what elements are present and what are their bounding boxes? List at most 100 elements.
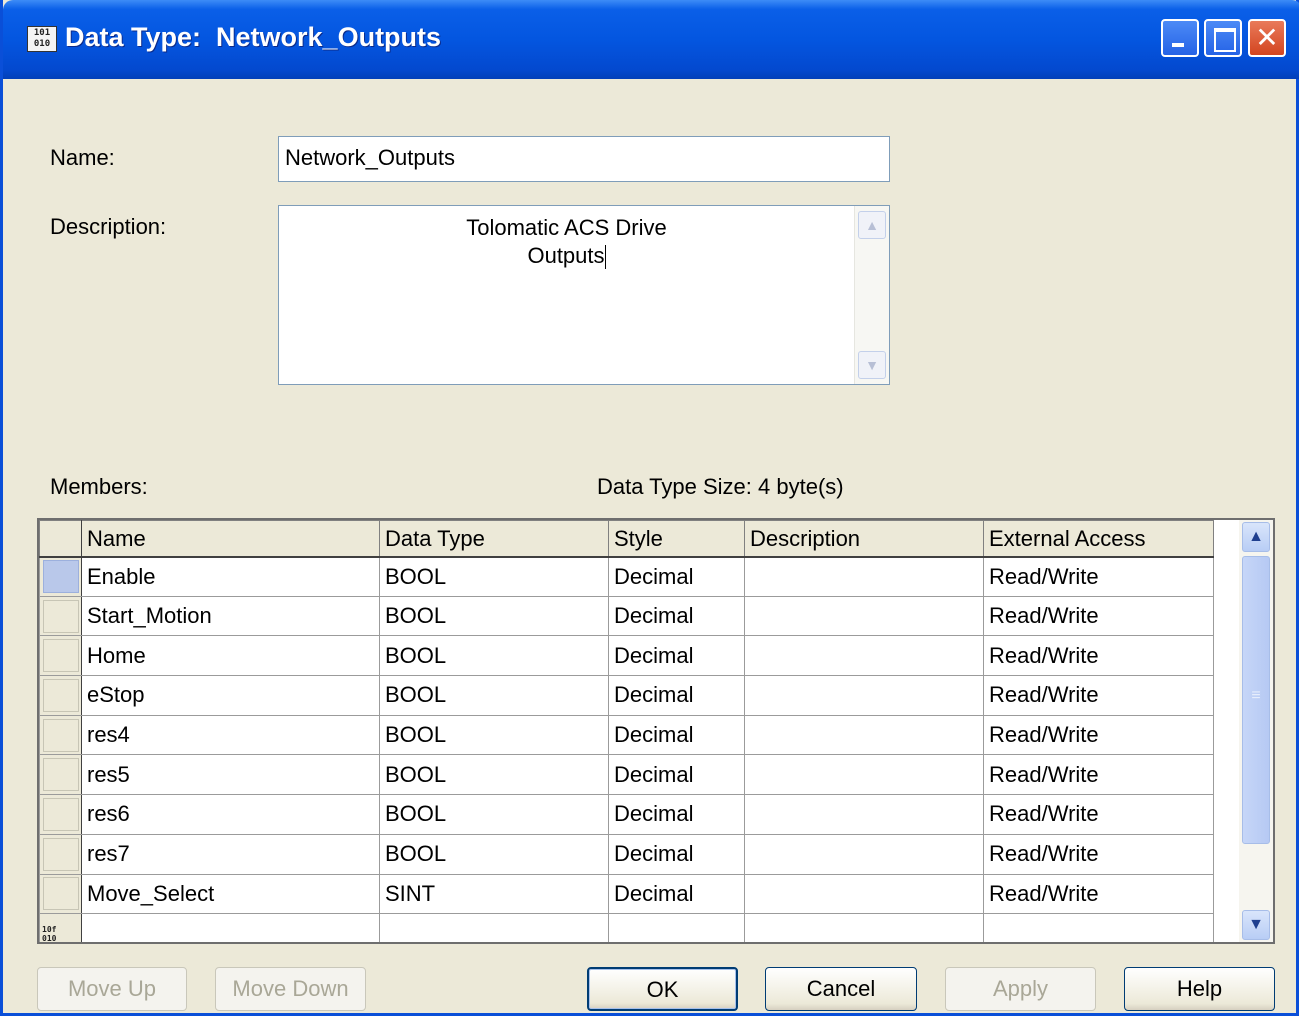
- table-row[interactable]: Move_Select SINT Decimal Read/Write: [39, 873, 1214, 915]
- close-button[interactable]: ✕: [1248, 19, 1286, 57]
- row-selector[interactable]: [39, 833, 82, 875]
- member-access-cell[interactable]: Read/Write: [983, 873, 1214, 915]
- member-description-cell[interactable]: [744, 833, 984, 875]
- row-selector[interactable]: [39, 675, 82, 716]
- member-description-cell[interactable]: [744, 754, 984, 796]
- member-access-cell[interactable]: Read/Write: [983, 714, 1214, 756]
- member-name-cell[interactable]: Home: [81, 635, 380, 677]
- member-data-type-cell[interactable]: SINT: [379, 873, 609, 915]
- new-member-name-cell[interactable]: [81, 913, 380, 942]
- move-down-button[interactable]: Move Down: [215, 967, 366, 1011]
- member-data-type-cell[interactable]: BOOL: [379, 595, 609, 637]
- close-icon: ✕: [1255, 22, 1279, 53]
- member-data-type-cell[interactable]: BOOL: [379, 794, 609, 835]
- member-data-type-cell[interactable]: BOOL: [379, 635, 609, 677]
- member-style-cell[interactable]: Decimal: [608, 754, 745, 796]
- column-header-style[interactable]: Style: [608, 520, 745, 558]
- member-style-cell[interactable]: Decimal: [608, 794, 745, 835]
- new-member-row[interactable]: 10f 010: [39, 913, 1214, 942]
- apply-button[interactable]: Apply: [945, 967, 1096, 1011]
- help-button[interactable]: Help: [1124, 967, 1275, 1011]
- table-row[interactable]: Home BOOL Decimal Read/Write: [39, 635, 1214, 677]
- table-row[interactable]: eStop BOOL Decimal Read/Write: [39, 675, 1214, 716]
- member-name-cell[interactable]: res5: [81, 754, 380, 796]
- member-description-cell[interactable]: [744, 873, 984, 915]
- table-header-row: Name Data Type Style Description Externa…: [39, 520, 1214, 558]
- member-description-cell[interactable]: [744, 635, 984, 677]
- member-access-cell[interactable]: Read/Write: [983, 556, 1214, 597]
- move-up-button[interactable]: Move Up: [37, 967, 187, 1011]
- column-header-data-type[interactable]: Data Type: [379, 520, 609, 558]
- members-scrollbar[interactable]: ▲ ▼: [1239, 520, 1273, 942]
- column-header-description[interactable]: Description: [744, 520, 984, 558]
- name-input[interactable]: Network_Outputs: [278, 136, 890, 182]
- member-name-cell[interactable]: res7: [81, 833, 380, 875]
- new-member-data-type-cell[interactable]: [379, 913, 609, 942]
- member-name-cell[interactable]: res4: [81, 714, 380, 756]
- description-textarea[interactable]: Tolomatic ACS Drive Outputs ▲ ▼: [278, 205, 890, 385]
- new-member-style-cell[interactable]: [608, 913, 745, 942]
- column-header-external-access[interactable]: External Access: [983, 520, 1214, 558]
- member-style-cell[interactable]: Decimal: [608, 714, 745, 756]
- title-bar[interactable]: 101 010 Data Type: Network_Outputs ✕: [3, 0, 1299, 79]
- scroll-down-icon[interactable]: ▼: [1242, 910, 1270, 940]
- member-access-cell[interactable]: Read/Write: [983, 675, 1214, 716]
- table-row[interactable]: res5 BOOL Decimal Read/Write: [39, 754, 1214, 796]
- header-corner[interactable]: [39, 520, 82, 558]
- member-access-cell[interactable]: Read/Write: [983, 635, 1214, 677]
- row-selector[interactable]: [39, 556, 82, 597]
- member-data-type-cell[interactable]: BOOL: [379, 675, 609, 716]
- member-style-cell[interactable]: Decimal: [608, 675, 745, 716]
- member-access-cell[interactable]: Read/Write: [983, 754, 1214, 796]
- member-description-cell[interactable]: [744, 714, 984, 756]
- row-selector[interactable]: [39, 635, 82, 677]
- member-style-cell[interactable]: Decimal: [608, 635, 745, 677]
- row-selector[interactable]: [39, 714, 82, 756]
- member-name-cell[interactable]: Move_Select: [81, 873, 380, 915]
- maximize-button[interactable]: [1204, 19, 1242, 57]
- ok-button[interactable]: OK: [587, 967, 738, 1011]
- new-member-access-cell[interactable]: [983, 913, 1214, 942]
- member-data-type-cell[interactable]: BOOL: [379, 833, 609, 875]
- member-access-cell[interactable]: Read/Write: [983, 595, 1214, 637]
- member-name-cell[interactable]: Start_Motion: [81, 595, 380, 637]
- chevron-down-icon[interactable]: ▼: [858, 351, 886, 379]
- name-label: Name:: [50, 145, 115, 170]
- member-access-cell[interactable]: Read/Write: [983, 833, 1214, 875]
- member-style-cell[interactable]: Decimal: [608, 833, 745, 875]
- table-row[interactable]: res6 BOOL Decimal Read/Write: [39, 794, 1214, 835]
- chevron-up-icon[interactable]: ▲: [858, 211, 886, 239]
- description-label: Description:: [50, 214, 167, 239]
- table-row[interactable]: Enable BOOL Decimal Read/Write: [39, 556, 1214, 597]
- member-description-cell[interactable]: [744, 556, 984, 597]
- member-name-cell[interactable]: eStop: [81, 675, 380, 716]
- member-description-cell[interactable]: [744, 675, 984, 716]
- row-selector[interactable]: [39, 794, 82, 835]
- row-selector[interactable]: [39, 595, 82, 637]
- table-row[interactable]: res7 BOOL Decimal Read/Write: [39, 833, 1214, 875]
- table-row[interactable]: Start_Motion BOOL Decimal Read/Write: [39, 595, 1214, 637]
- table-row[interactable]: res4 BOOL Decimal Read/Write: [39, 714, 1214, 756]
- member-style-cell[interactable]: Decimal: [608, 595, 745, 637]
- member-description-cell[interactable]: [744, 794, 984, 835]
- member-data-type-cell[interactable]: BOOL: [379, 714, 609, 756]
- row-selector[interactable]: [39, 754, 82, 796]
- new-member-description-cell[interactable]: [744, 913, 984, 942]
- description-text: Tolomatic ACS Drive Outputs: [279, 214, 854, 270]
- member-name-cell[interactable]: res6: [81, 794, 380, 835]
- member-description-cell[interactable]: [744, 595, 984, 637]
- new-row-selector[interactable]: 10f 010: [39, 913, 82, 942]
- member-data-type-cell[interactable]: BOOL: [379, 754, 609, 796]
- member-name-cell[interactable]: Enable: [81, 556, 380, 597]
- member-access-cell[interactable]: Read/Write: [983, 794, 1214, 835]
- scrollbar-thumb[interactable]: [1242, 556, 1270, 844]
- scroll-up-icon[interactable]: ▲: [1242, 522, 1270, 552]
- member-style-cell[interactable]: Decimal: [608, 873, 745, 915]
- member-data-type-cell[interactable]: BOOL: [379, 556, 609, 597]
- member-style-cell[interactable]: Decimal: [608, 556, 745, 597]
- minimize-button[interactable]: [1161, 19, 1199, 57]
- cancel-button[interactable]: Cancel: [765, 967, 917, 1011]
- description-scrollbar[interactable]: ▲ ▼: [854, 206, 889, 384]
- column-header-name[interactable]: Name: [81, 520, 380, 558]
- row-selector[interactable]: [39, 873, 82, 915]
